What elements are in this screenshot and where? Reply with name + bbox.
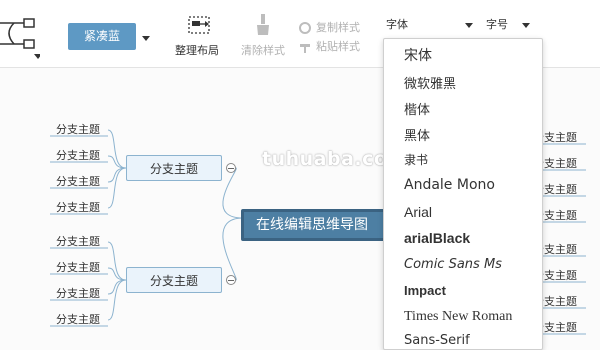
font-option[interactable]: Comic Sans Ms (404, 257, 502, 272)
paste-style-icon (299, 39, 311, 58)
font-option[interactable]: Arial (404, 204, 432, 220)
font-size-caret-icon[interactable] (522, 23, 530, 28)
theme-button[interactable]: 紧凑蓝 (68, 23, 136, 50)
font-option[interactable]: Sans-Serif (404, 333, 470, 348)
theme-dropdown-caret-icon[interactable] (142, 36, 150, 41)
leaf-topic[interactable]: 分支主题 (56, 233, 100, 249)
paste-style-button[interactable]: 粘贴样式 (316, 38, 360, 54)
leaf-topic[interactable]: 分支主题 (56, 121, 100, 137)
font-option[interactable]: arialBlack (404, 230, 470, 246)
leaf-topic[interactable]: 分支主题 (56, 259, 100, 275)
clear-style-button[interactable]: 清除样式 (241, 42, 285, 58)
branch-topic[interactable]: 分支主题 (126, 155, 222, 181)
copy-style-icon (299, 19, 311, 38)
structure-tool[interactable] (0, 8, 42, 60)
font-option[interactable]: Impact (404, 283, 446, 298)
mindmap-structure-icon (0, 18, 42, 59)
collapse-toggle-icon[interactable] (226, 275, 236, 285)
leaf-topic[interactable]: 分支主题 (56, 285, 100, 301)
font-option[interactable]: Times New Roman (404, 309, 512, 325)
theme-button-label: 紧凑蓝 (83, 29, 120, 43)
font-option[interactable]: 楷体 (404, 99, 430, 118)
leaf-topic[interactable]: 分支主题 (56, 147, 100, 163)
font-option[interactable]: 黑体 (404, 125, 430, 144)
font-option[interactable]: 隶书 (404, 151, 428, 168)
collapse-toggle-icon[interactable] (226, 163, 236, 173)
font-size-select[interactable]: 字号 (486, 16, 508, 32)
font-family-select[interactable]: 字体 (386, 16, 408, 32)
clear-style-brush-icon (254, 13, 272, 41)
font-option[interactable]: Andale Mono (404, 177, 495, 193)
font-option[interactable]: 微软雅黑 (404, 73, 456, 92)
leaf-topic[interactable]: 分支主题 (56, 311, 100, 327)
font-option[interactable]: 宋体 (404, 45, 432, 65)
font-family-caret-icon[interactable] (465, 23, 473, 28)
leaf-topic[interactable]: 分支主题 (56, 199, 100, 215)
copy-style-button[interactable]: 复制样式 (316, 19, 360, 35)
font-family-dropdown: 宋体 微软雅黑 楷体 黑体 隶书 Andale Mono Arial arial… (383, 38, 543, 350)
arrange-layout-icon (187, 15, 213, 41)
root-topic[interactable]: 在线编辑思维导图 (241, 209, 391, 241)
leaf-topic[interactable]: 分支主题 (56, 173, 100, 189)
branch-topic[interactable]: 分支主题 (126, 267, 222, 293)
arrange-layout-button[interactable]: 整理布局 (175, 42, 219, 58)
